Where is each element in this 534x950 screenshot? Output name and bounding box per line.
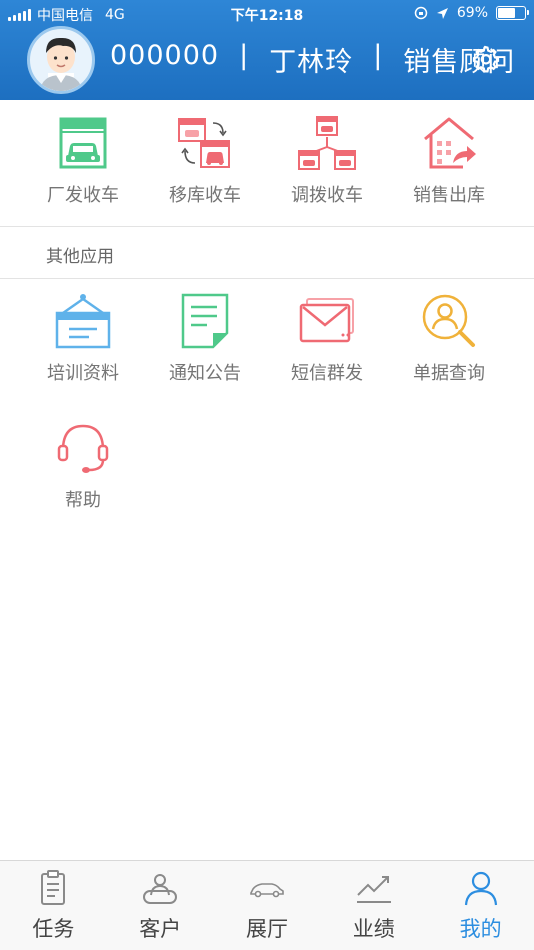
user-icon xyxy=(464,871,497,906)
tab-label: 展厅 xyxy=(245,917,288,941)
app-help[interactable]: 帮助 xyxy=(22,418,144,512)
app-label: 短信群发 xyxy=(291,363,363,384)
clipboard-icon xyxy=(41,870,66,905)
app-label: 单据查询 xyxy=(413,363,485,384)
app-label: 调拨收车 xyxy=(291,185,363,206)
tab-bar: 任务 客户 展厅 业绩 我的 xyxy=(0,860,534,950)
app-document-query[interactable]: 单据查询 xyxy=(388,291,510,385)
trend-chart-icon xyxy=(356,876,391,903)
app-training[interactable]: 培训资料 xyxy=(22,291,144,385)
divider xyxy=(0,278,534,279)
app-sales-outbound[interactable]: 销售出库 xyxy=(388,113,510,207)
status-bar: 中国电信 4G 下午12:18 69% xyxy=(0,0,534,28)
app-factory-receive[interactable]: 厂发收车 xyxy=(22,113,144,207)
rotation-lock-icon xyxy=(414,6,428,20)
app-label: 厂发收车 xyxy=(47,185,119,206)
separator: | xyxy=(239,40,250,71)
separator: | xyxy=(373,40,384,71)
customers-icon xyxy=(143,874,178,904)
profile-info: 000000 | 丁林玲 | 销售顾问 xyxy=(110,40,515,79)
tab-performance[interactable]: 业绩 xyxy=(320,861,427,950)
user-name: 丁林玲 xyxy=(269,47,354,78)
divider xyxy=(0,226,534,227)
tab-label: 客户 xyxy=(139,917,182,941)
tab-showroom[interactable]: 展厅 xyxy=(214,861,321,950)
app-label: 销售出库 xyxy=(413,185,485,206)
tab-label: 任务 xyxy=(32,917,75,941)
other-apps-row: 培训资料 通知公告 短信群发 单据查询 xyxy=(22,291,534,385)
transfer-warehouse-icon xyxy=(178,118,230,168)
app-label: 培训资料 xyxy=(47,363,119,384)
sales-outbound-icon xyxy=(424,117,476,169)
battery-percent: 69% xyxy=(456,5,488,21)
app-label: 移库收车 xyxy=(169,185,241,206)
app-transfer-receive[interactable]: 移库收车 xyxy=(144,113,266,207)
app-notice[interactable]: 通知公告 xyxy=(144,291,266,385)
main-apps-row: 厂发收车 移库收车 调拨收车 销售出库 xyxy=(22,113,534,207)
location-arrow-icon xyxy=(436,7,448,19)
training-board-icon xyxy=(55,294,111,349)
tab-customers[interactable]: 客户 xyxy=(107,861,214,950)
battery-icon xyxy=(496,6,529,20)
user-id: 000000 xyxy=(110,40,220,71)
search-person-icon xyxy=(422,294,475,347)
profile-header: 中国电信 4G 下午12:18 69% 000000 | 丁林玲 | 销售顾问 xyxy=(0,0,534,100)
other-apps-row: 帮助 xyxy=(22,418,534,512)
tab-label: 我的 xyxy=(459,917,502,941)
allocation-icon xyxy=(298,116,356,170)
section-title: 其他应用 xyxy=(46,247,114,267)
tab-label: 业绩 xyxy=(352,917,395,941)
factory-car-icon xyxy=(59,117,107,169)
avatar-face-icon xyxy=(40,37,82,91)
tab-tasks[interactable]: 任务 xyxy=(0,861,107,950)
tab-mine[interactable]: 我的 xyxy=(427,861,534,950)
app-allocation-receive[interactable]: 调拨收车 xyxy=(266,113,388,207)
gear-icon[interactable] xyxy=(470,44,500,74)
app-sms-broadcast[interactable]: 短信群发 xyxy=(266,291,388,385)
app-label: 帮助 xyxy=(65,490,101,511)
sms-envelope-icon xyxy=(299,298,354,343)
notice-document-icon xyxy=(181,293,229,349)
headset-icon xyxy=(57,424,109,473)
app-label: 通知公告 xyxy=(169,363,241,384)
avatar[interactable] xyxy=(27,26,95,94)
car-icon xyxy=(250,883,284,898)
